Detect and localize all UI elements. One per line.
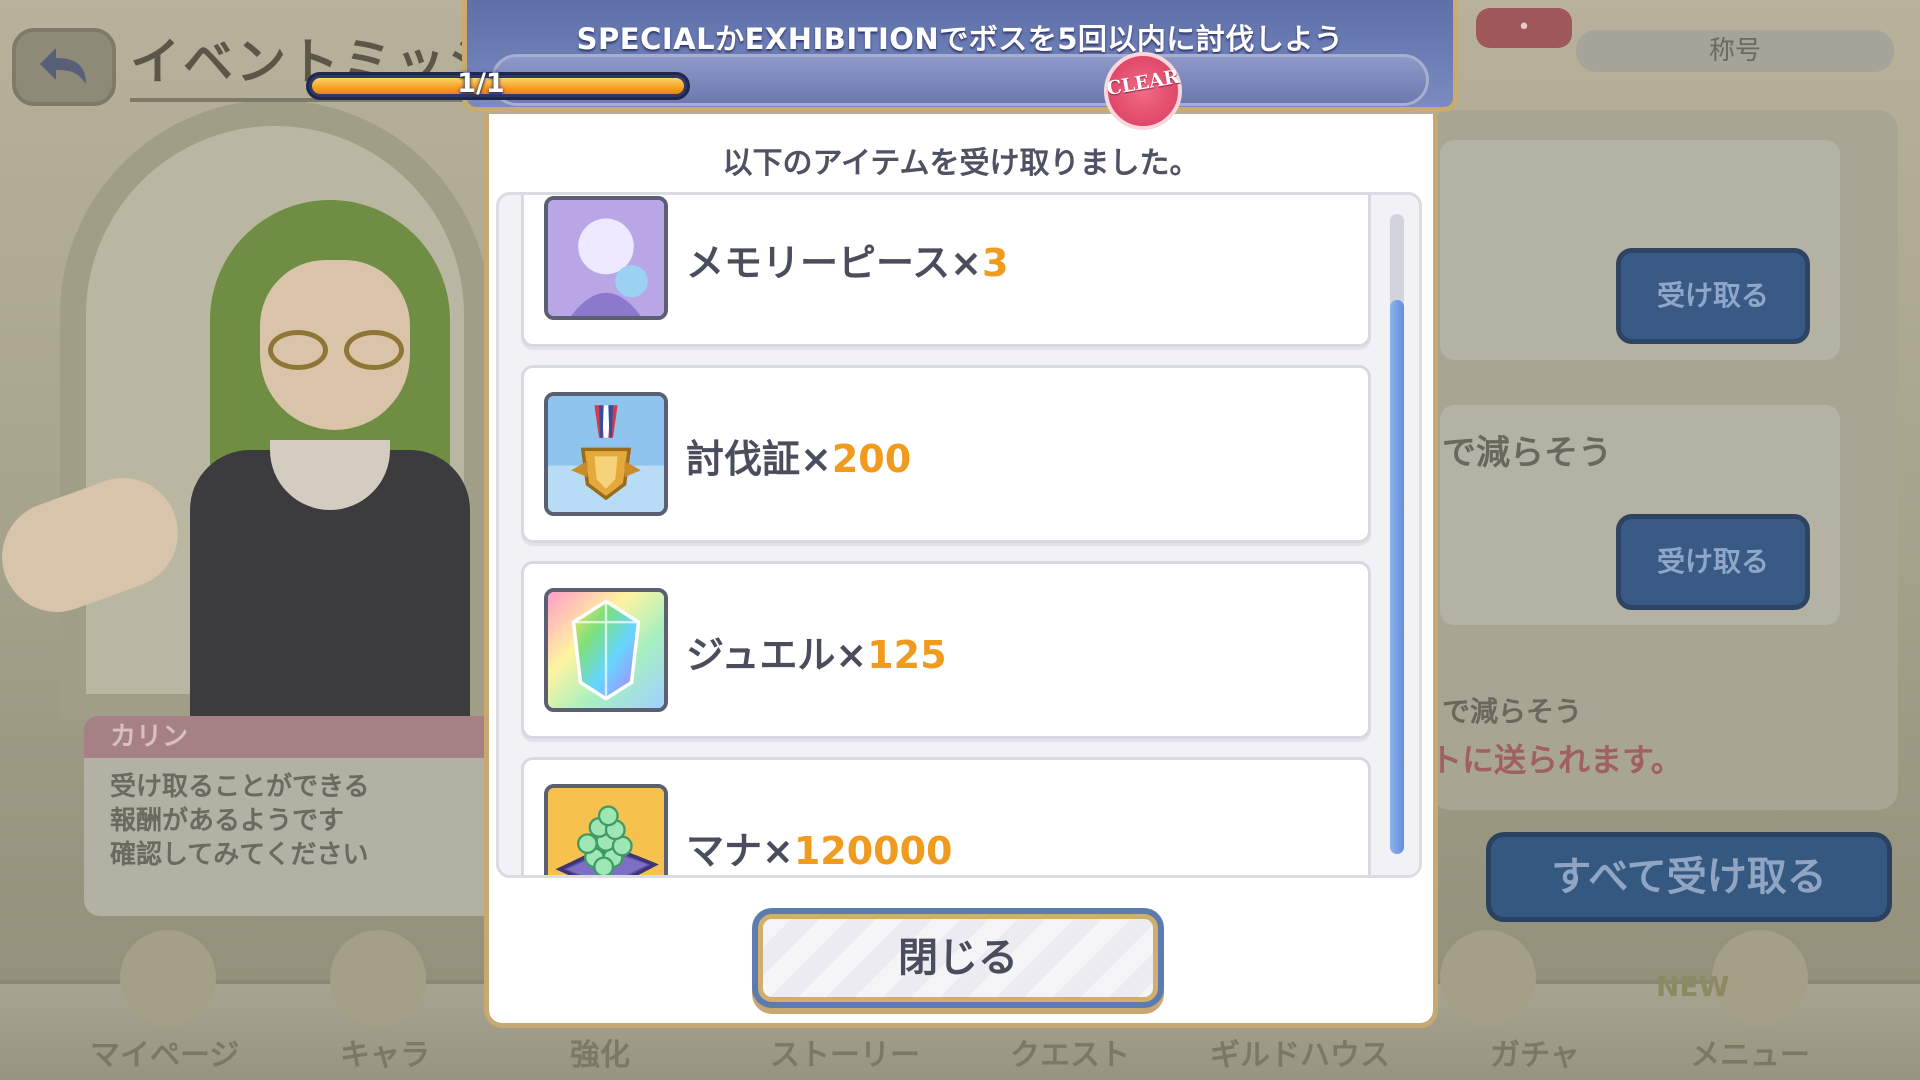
nav-item-gacha[interactable]: ガチャ <box>1490 1030 1580 1074</box>
reward-item-count: 125 <box>867 633 947 677</box>
nav-item-character[interactable]: キャラ <box>340 1030 430 1074</box>
speech-line: 確認してみてください <box>110 840 369 870</box>
reward-item-row: 討伐証×200 <box>521 365 1371 543</box>
mana-icon <box>544 784 668 875</box>
nav-item-menu[interactable]: メニュー <box>1690 1030 1810 1074</box>
mypage-nav-icon <box>120 930 216 1026</box>
receive-button[interactable]: 受け取る <box>1616 514 1810 610</box>
reward-item-label: 討伐証×200 <box>686 428 911 483</box>
reward-item-row: メモリーピース×3 <box>521 195 1371 347</box>
speaker-name: カリン <box>84 716 504 758</box>
character-nav-icon <box>330 930 426 1026</box>
close-button[interactable]: 閉じる <box>752 908 1164 1008</box>
scrollbar-thumb[interactable] <box>1390 300 1404 854</box>
nav-item-enhance[interactable]: 強化 <box>570 1030 630 1074</box>
new-badge: NEW <box>1656 970 1730 1003</box>
nav-item-quest[interactable]: クエスト <box>1010 1030 1130 1074</box>
reward-item-name: ジュエル× <box>686 633 868 677</box>
reward-item-label: メモリーピース×3 <box>686 232 1008 287</box>
back-button[interactable] <box>12 28 116 106</box>
reward-list[interactable]: メモリーピース×3 討伐証×200 ジュエル×125 マナ×120000 <box>496 192 1422 878</box>
nav-item-story[interactable]: ストーリー <box>770 1030 920 1074</box>
reward-item-label: ジュエル×125 <box>686 624 947 679</box>
reward-item-row: ジュエル×125 <box>521 561 1371 739</box>
mission-text: で減らそう <box>1442 695 1583 728</box>
reward-item-row: マナ×120000 <box>521 757 1371 875</box>
mission-title: SPECIALかEXHIBITIONでボスを5回以内に討伐しよう <box>576 22 1344 56</box>
reward-item-name: マナ× <box>686 829 794 873</box>
speech-line: 受け取ることができる <box>110 772 370 802</box>
receive-all-button[interactable]: すべて受け取る <box>1486 832 1892 922</box>
reward-item-label: マナ×120000 <box>686 820 953 875</box>
speech-line: 報酬があるようです <box>110 806 345 836</box>
receive-button[interactable]: 受け取る <box>1616 248 1810 344</box>
reward-item-count: 3 <box>981 241 1009 285</box>
present-notice: トに送られます。 <box>1430 741 1683 779</box>
reward-item-count: 120000 <box>793 829 953 873</box>
reward-item-count: 200 <box>831 437 912 481</box>
nav-item-guildhouse[interactable]: ギルドハウス <box>1210 1030 1390 1074</box>
received-message: 以下のアイテムを受け取りました。 <box>722 146 1200 181</box>
reward-item-name: 討伐証× <box>686 437 832 481</box>
nav-item-mypage[interactable]: マイページ <box>90 1030 239 1074</box>
close-button-label: 閉じる <box>758 914 1158 1002</box>
progress-text: 1/1 <box>457 68 505 99</box>
jewel-icon <box>544 588 668 712</box>
gacha-nav-icon <box>1440 930 1536 1026</box>
medal-icon <box>544 392 668 516</box>
tab-titles[interactable]: 称号 <box>1576 30 1894 72</box>
memory-piece-icon <box>544 196 668 320</box>
tab-badge[interactable]: • <box>1476 8 1572 48</box>
mission-text: で減らそう <box>1442 433 1612 473</box>
back-arrow-icon <box>40 48 86 84</box>
reward-item-name: メモリーピース× <box>686 241 982 285</box>
